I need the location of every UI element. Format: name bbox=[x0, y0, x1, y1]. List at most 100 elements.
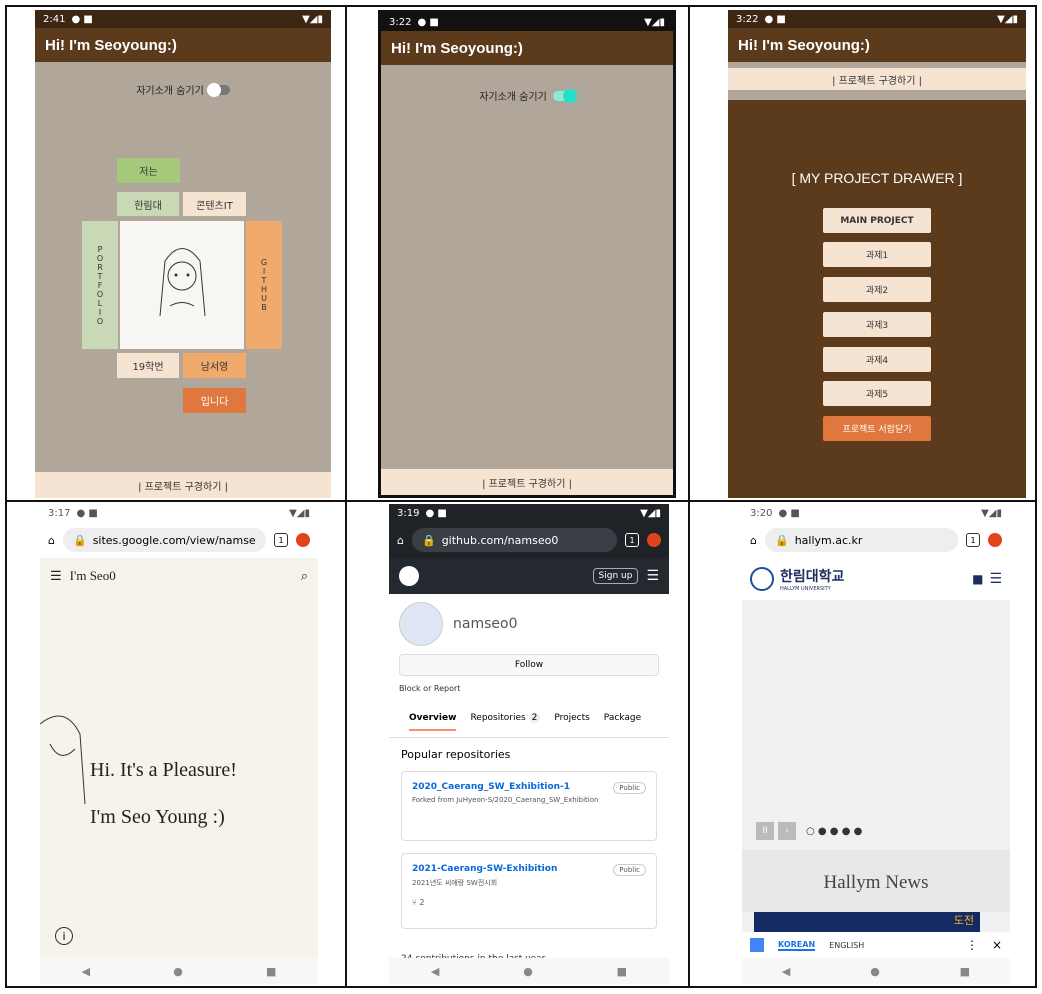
grid-menu-icon[interactable]: ■ bbox=[972, 572, 983, 586]
pf-5: O bbox=[96, 289, 104, 299]
nav-bar: ◀ ● ■ bbox=[40, 958, 318, 984]
status-icons: ● ■ bbox=[417, 16, 439, 28]
drawer-title: [ MY PROJECT DRAWER ] bbox=[791, 170, 963, 186]
url-bar[interactable]: 🔒 github.com/namseo0 bbox=[411, 528, 617, 552]
recents-icon[interactable]: ■ bbox=[960, 965, 970, 978]
hide-intro-toggle[interactable] bbox=[552, 88, 577, 103]
phone-intro: 2:41 ● ■ ▼◢▮ Hi! I'm Seoyoung:) 자기소개 숨기기 저… bbox=[35, 10, 331, 498]
back-icon[interactable]: ◀ bbox=[431, 965, 439, 978]
btn-content-it[interactable]: 콘텐츠IT bbox=[183, 192, 246, 216]
url-bar[interactable]: 🔒 sites.google.com/view/namse bbox=[62, 528, 266, 552]
account-icon[interactable] bbox=[988, 533, 1002, 547]
tab-packages[interactable]: Package bbox=[604, 713, 641, 731]
repo-name[interactable]: 2021-Caerang-SW-Exhibition bbox=[412, 864, 646, 874]
carousel-dots[interactable]: ○ ● ● ● ● bbox=[806, 826, 862, 837]
browse-projects-button[interactable]: | 프로젝트 구경하기 | bbox=[35, 472, 331, 498]
home-nav-icon[interactable]: ● bbox=[523, 965, 533, 978]
english-tab[interactable]: ENGLISH bbox=[829, 941, 864, 950]
url-bar[interactable]: 🔒 hallym.ac.kr bbox=[764, 528, 958, 552]
btn-github[interactable]: GITHUB bbox=[246, 221, 282, 349]
greeting-line-1: Hi. It's a Pleasure! bbox=[90, 759, 237, 781]
tab-count-icon[interactable]: 1 bbox=[966, 533, 980, 547]
gh-3: H bbox=[260, 285, 267, 294]
account-icon[interactable] bbox=[296, 533, 310, 547]
main-project-button[interactable]: MAIN PROJECT bbox=[823, 208, 931, 233]
home-nav-icon[interactable]: ● bbox=[870, 965, 880, 978]
assignment-5-button[interactable]: 과제5 bbox=[823, 381, 931, 406]
nav-bar: ◀ ● ■ bbox=[389, 958, 669, 984]
account-icon[interactable] bbox=[647, 533, 661, 547]
github-logo-icon[interactable] bbox=[399, 566, 419, 586]
repo-card[interactable]: 2020_Caerang_SW_Exhibition-1 Forked from… bbox=[401, 771, 657, 841]
lock-icon: 🔒 bbox=[421, 533, 436, 547]
menu-icon[interactable]: ☰ bbox=[646, 568, 659, 584]
pf-2: R bbox=[97, 262, 103, 272]
tab-repositories-label: Repositories bbox=[470, 713, 526, 723]
pf-0: P bbox=[97, 244, 103, 254]
block-report-link[interactable]: Block or Report bbox=[399, 684, 659, 693]
tab-overview[interactable]: Overview bbox=[409, 713, 457, 731]
btn-end[interactable]: 입니다 bbox=[183, 388, 246, 413]
pause-icon[interactable]: II bbox=[756, 822, 774, 840]
assignment-1-button[interactable]: 과제1 bbox=[823, 242, 931, 267]
close-drawer-button[interactable]: 프로젝트 서랍닫기 bbox=[823, 416, 931, 441]
tab-count-icon[interactable]: 1 bbox=[625, 533, 639, 547]
grid-bottom bbox=[5, 986, 1037, 988]
korean-tab[interactable]: KOREAN bbox=[778, 940, 816, 951]
repo-card[interactable]: 2021-Caerang-SW-Exhibition 2021년도 씨애랑 SW… bbox=[401, 853, 657, 929]
btn-name[interactable]: 남서영 bbox=[183, 353, 246, 378]
info-icon[interactable]: i bbox=[55, 927, 73, 945]
public-badge: Public bbox=[613, 782, 646, 794]
site-title: I'm Seo0 bbox=[69, 568, 116, 583]
tab-repositories[interactable]: Repositories 2 bbox=[470, 713, 541, 731]
assignment-4-button[interactable]: 과제4 bbox=[823, 347, 931, 372]
pf-8: O bbox=[96, 316, 104, 326]
tab-count-icon[interactable]: 1 bbox=[274, 533, 288, 547]
lock-icon: 🔒 bbox=[774, 533, 789, 547]
hallym-logo-icon[interactable] bbox=[750, 567, 774, 591]
back-icon[interactable]: ◀ bbox=[82, 965, 90, 978]
assignment-2-button[interactable]: 과제2 bbox=[823, 277, 931, 302]
phone-drawer: 3:22 ● ■ ▼◢▮ Hi! I'm Seoyoung:) | 프로젝트 구경하… bbox=[728, 10, 1026, 498]
assignment-3-button[interactable]: 과제3 bbox=[823, 312, 931, 337]
avatar bbox=[399, 602, 443, 646]
back-icon[interactable]: ◀ bbox=[782, 965, 790, 978]
signup-button[interactable]: Sign up bbox=[592, 568, 639, 584]
home-nav-icon[interactable]: ● bbox=[173, 965, 183, 978]
url-text: sites.google.com/view/namse bbox=[92, 533, 256, 547]
menu-icon[interactable]: ☰ bbox=[989, 571, 1002, 587]
repo-name[interactable]: 2020_Caerang_SW_Exhibition-1 bbox=[412, 782, 646, 792]
face-drawing-icon bbox=[159, 248, 206, 317]
more-icon[interactable]: ⋮ bbox=[966, 938, 978, 952]
grid-v3 bbox=[1035, 5, 1037, 988]
btn-hallym[interactable]: 한림대 bbox=[117, 192, 179, 216]
recents-icon[interactable]: ■ bbox=[617, 965, 627, 978]
signal-icon: ▼◢▮ bbox=[640, 507, 661, 519]
pf-3: T bbox=[97, 271, 103, 281]
browse-projects-button[interactable]: | 프로젝트 구경하기 | bbox=[728, 68, 1026, 90]
pf-7: I bbox=[98, 307, 102, 317]
close-icon[interactable]: × bbox=[992, 938, 1002, 952]
clock: 3:17 bbox=[48, 507, 71, 519]
follow-button[interactable]: Follow bbox=[399, 654, 659, 676]
recents-icon[interactable]: ■ bbox=[266, 965, 276, 978]
phone-github: 3:19 ● ■ ▼◢▮ ⌂ 🔒 github.com/namseo0 1 Sign … bbox=[389, 504, 669, 984]
status-bar: 3:22 ● ■ ▼◢▮ bbox=[728, 10, 1026, 28]
home-icon[interactable]: ⌂ bbox=[48, 534, 55, 547]
btn-student-id[interactable]: 19학번 bbox=[117, 353, 179, 378]
home-icon[interactable]: ⌂ bbox=[397, 534, 404, 547]
pf-4: F bbox=[97, 280, 103, 290]
search-icon[interactable]: ⌕ bbox=[301, 568, 308, 584]
browse-projects-button[interactable]: | 프로젝트 구경하기 | bbox=[381, 469, 673, 495]
next-icon[interactable]: › bbox=[778, 822, 796, 840]
gh-0: G bbox=[260, 258, 268, 267]
btn-portfolio[interactable]: PORTFOLIO bbox=[82, 221, 118, 349]
home-icon[interactable]: ⌂ bbox=[750, 534, 757, 547]
menu-icon[interactable]: ☰ bbox=[50, 568, 62, 584]
news-banner[interactable]: 도전 bbox=[754, 912, 980, 932]
btn-me[interactable]: 저는 bbox=[117, 158, 180, 183]
tab-projects[interactable]: Projects bbox=[554, 713, 589, 731]
status-bar: 3:19 ● ■ ▼◢▮ bbox=[389, 504, 669, 522]
public-badge: Public bbox=[613, 864, 646, 876]
hide-intro-toggle[interactable] bbox=[206, 82, 230, 97]
